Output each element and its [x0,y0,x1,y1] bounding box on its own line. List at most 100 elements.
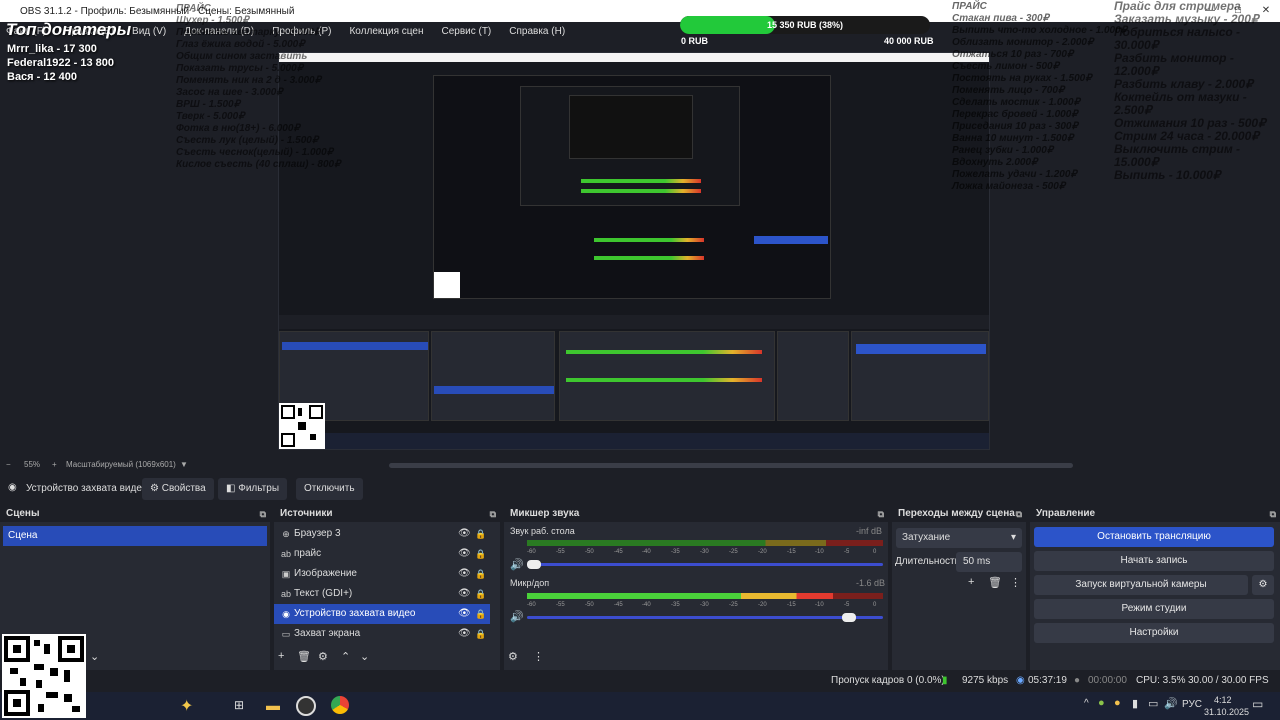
chevron-up-icon[interactable]: ⌃ [341,650,350,663]
lock-icon[interactable]: 🔒 [475,544,486,564]
undock-icon[interactable]: ⧉ [878,506,884,522]
nested-meter [594,238,704,242]
source-item[interactable]: ab прайс 👁 🔒 [274,544,490,564]
clock-date[interactable]: 31.10.2025 [1204,707,1249,717]
chevron-down-icon[interactable]: ▼ [180,460,188,469]
menu-tools[interactable]: Сервис (T) [441,26,491,37]
preview-qr-code [279,403,325,449]
add-icon[interactable]: + [968,576,974,588]
preview-horizontal-scrollbar[interactable] [389,463,1073,468]
meter-tick-label: -55 [556,602,565,608]
camera-icon: ◉ [282,609,290,619]
eye-icon[interactable]: 👁 [458,544,471,564]
volume-icon[interactable]: 🔊 [1164,697,1178,710]
undock-icon[interactable]: ⧉ [1016,506,1022,522]
preview-canvas[interactable] [278,52,990,450]
source-item-selected[interactable]: ◉ Устройство захвата видео 👁 🔒 [274,604,490,624]
notification-icon[interactable]: ▭ [1252,697,1263,711]
zoom-plus-icon[interactable]: + [52,460,57,469]
undock-icon[interactable]: ⧉ [490,506,496,522]
lock-icon[interactable]: 🔒 [475,584,486,604]
chevron-up-icon[interactable]: ^ [1084,698,1089,709]
source-item[interactable]: ▣ Изображение 👁 🔒 [274,564,490,584]
microphone-icon[interactable]: ▮ [1132,697,1138,710]
price-item: Поменять аватарку - 8.000₽ [176,27,321,38]
eye-icon[interactable]: 👁 [458,564,471,584]
speaker-icon[interactable]: 🔊 [510,558,524,571]
lock-icon[interactable]: 🔒 [475,524,486,544]
more-options-icon[interactable]: ⋮ [533,650,544,663]
start-virtual-camera-button[interactable]: Запуск виртуальной камеры [1034,575,1248,595]
nested-meter [566,378,762,382]
meter-tick-label: -35 [671,602,680,608]
nested-qr [434,272,460,298]
source-item[interactable]: ab Текст (GDI+) 👁 🔒 [274,584,490,604]
nested-preview [433,75,831,299]
chevron-down-icon[interactable]: ⌄ [90,650,99,663]
filters-button[interactable]: ◧ Фильтры [218,478,288,500]
menu-view[interactable]: Вид (V) [132,26,166,37]
lock-icon[interactable]: 🔒 [475,604,486,624]
volume-slider-knob[interactable] [842,613,856,622]
duration-label: Длительность [895,556,960,567]
price-item: Показать трусы - 5.000₽ [176,63,304,74]
add-icon[interactable]: + [278,650,284,662]
nested-controls [851,331,989,421]
zoom-minus-icon[interactable]: − [6,460,11,469]
volume-slider[interactable] [527,613,883,622]
deactivate-button[interactable]: Отключить [296,478,363,500]
lock-icon[interactable]: 🔒 [475,564,486,584]
chevron-down-icon[interactable]: ⌄ [360,650,369,663]
price-item: Поменять ник на 2 д - 3.000₽ [176,75,321,86]
clock-time[interactable]: 4:12 [1214,695,1232,705]
volume-slider[interactable] [527,560,883,569]
more-options-icon[interactable]: ⋮ [1010,576,1021,589]
speaker-icon[interactable]: 🔊 [510,610,524,623]
obs-icon[interactable] [296,696,316,716]
eye-icon[interactable]: 👁 [458,624,471,644]
virtual-camera-settings-gear-icon[interactable]: ⚙ [1252,575,1274,595]
zoom-mode[interactable]: Масштабируемый (1069x601) [66,460,176,469]
volume-slider-knob[interactable] [527,560,541,569]
tray-icon[interactable]: ● [1114,697,1121,709]
streamer-price-item: Коктейль от мазуки - 2.500₽ [1114,90,1247,117]
chrome-icon[interactable] [331,696,349,714]
duration-input[interactable]: 50 ms [956,552,1022,572]
menu-help[interactable]: Справка (H) [509,26,565,37]
settings-button[interactable]: Настройки [1034,623,1274,643]
mixer-settings-icon[interactable]: ⚙ [508,650,518,663]
tray-icon[interactable]: ● [1098,697,1105,709]
start-recording-button[interactable]: Начать запись [1034,551,1274,571]
nested-scene-item [282,342,428,350]
network-icon[interactable]: ▭ [1148,697,1158,710]
lock-icon[interactable]: 🔒 [475,624,486,644]
eye-icon[interactable]: 👁 [458,604,471,624]
meter-ticks: -60 -55 -50 -45 -40 -35 -30 -25 -20 -15 -10 -5 0 [527,602,883,610]
studio-mode-button[interactable]: Режим студии [1034,599,1274,619]
menu-scene-collection[interactable]: Коллекция сцен [349,26,423,37]
eye-icon[interactable]: 👁 [458,524,471,544]
undock-icon[interactable]: ⧉ [260,506,266,522]
meter-tick-label: -35 [671,549,680,555]
stop-streaming-button[interactable]: Остановить трансляцию [1034,527,1274,547]
source-item[interactable]: ⊕ Браузер 3 👁 🔒 [274,524,490,544]
undock-icon[interactable]: ⧉ [1270,506,1276,522]
copilot-sparkle-icon[interactable]: ✦ [180,696,193,716]
source-toolbar: ◉ Устройство захвата видео ⚙ Свойства ◧ … [0,476,1280,502]
gear-icon[interactable]: ⚙ [318,650,328,663]
donation-goal-max: 40 000 RUB [884,36,934,46]
scene-item[interactable]: Сцена [3,526,267,546]
source-name: Браузер 3 [294,528,341,539]
eye-icon[interactable]: 👁 [458,584,471,604]
filters-button-label: Фильтры [238,483,280,494]
source-item[interactable]: ▭ Захват экрана 👁 🔒 [274,624,490,644]
file-explorer-icon[interactable]: ▬ [266,697,280,713]
language-indicator[interactable]: РУС [1182,699,1202,710]
transition-select[interactable]: Затухание ▾ [896,528,1022,548]
task-view-icon[interactable]: ⊞ [234,698,244,712]
properties-button[interactable]: ⚙ Свойства [142,478,214,500]
donor-entry: Federal1922 - 13 800 [7,57,115,69]
trash-icon[interactable]: 🗑 [988,576,1002,589]
trash-icon[interactable]: 🗑 [297,650,311,663]
donor-entry: Mrrr_lika - 17 300 [7,43,97,55]
